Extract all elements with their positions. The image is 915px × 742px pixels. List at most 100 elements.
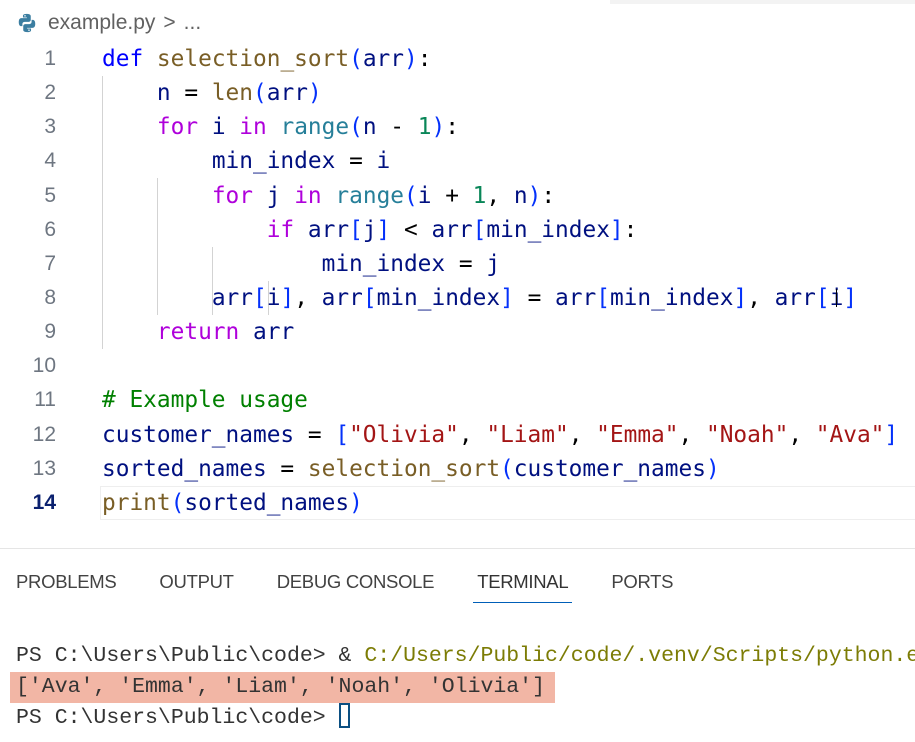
- token-br: (: [349, 46, 363, 72]
- token-op: =: [266, 455, 308, 482]
- token-op: [102, 183, 212, 209]
- code-text: min_index = j: [102, 247, 500, 281]
- code-line[interactable]: 9 return arr: [0, 315, 915, 349]
- line-number: 14: [32, 490, 56, 514]
- token-op: =: [170, 80, 212, 107]
- token-br: ): [431, 114, 446, 141]
- token-op: ,: [678, 421, 706, 448]
- code-line[interactable]: 6 if arr[j] < arr[min_index]:: [0, 213, 915, 247]
- token-op: +: [431, 182, 473, 209]
- token-str: "Olivia": [349, 421, 459, 448]
- token-op: [226, 114, 240, 140]
- token-ctl: if: [266, 216, 295, 243]
- code-line[interactable]: 3 for i in range(n - 1):: [0, 110, 915, 144]
- token-fn: selection_sort: [307, 455, 501, 482]
- code-text: for j in range(i + 1, n):: [102, 179, 555, 213]
- token-op: =: [513, 284, 556, 311]
- token-br: (: [500, 455, 514, 482]
- terminal[interactable]: PS C:\Users\Public\code> & C:/Users/Publ…: [10, 641, 915, 734]
- token-op: [280, 183, 294, 209]
- token-var: customer_names: [513, 455, 706, 482]
- token-var: i: [376, 148, 391, 175]
- token-op: ,: [788, 421, 816, 448]
- code-editor[interactable]: 1 def selection_sort(arr): 2 n = len(arr) 3…: [0, 42, 915, 520]
- token-br: ]: [609, 216, 624, 243]
- token-op: -: [376, 114, 418, 141]
- code-line[interactable]: 1 def selection_sort(arr):: [0, 42, 915, 76]
- token-op: =: [445, 250, 487, 277]
- terminal-cursor: [338, 703, 350, 728]
- token-cls: range: [335, 182, 405, 209]
- code-text: customer_names = ["Olivia", "Liam", "Emm…: [102, 418, 898, 452]
- code-text: arr[i], arr[min_index] = arr[min_index],…: [102, 281, 857, 315]
- token-op: [102, 319, 157, 345]
- token-op: =: [335, 148, 377, 175]
- code-line[interactable]: 12 customer_names = ["Olivia", "Liam", "E…: [0, 418, 915, 452]
- token-op: [102, 80, 157, 106]
- tab-debug-console[interactable]: DEBUG CONSOLE: [277, 571, 435, 603]
- code-line[interactable]: 13 sorted_names = selection_sort(customer…: [0, 452, 915, 486]
- token-var: sorted_names: [184, 489, 350, 516]
- tab-bar-edge: [0, 0, 915, 4]
- code-line[interactable]: 11 # Example usage: [0, 383, 915, 417]
- line-number: 10: [32, 354, 56, 378]
- token-var: j: [362, 216, 377, 243]
- breadcrumb-separator: >: [163, 11, 176, 34]
- token-str: "Liam": [486, 421, 569, 448]
- token-br: [: [349, 216, 363, 243]
- token-br: ]: [500, 284, 514, 311]
- token-br: ]: [376, 216, 391, 243]
- token-var: arr: [266, 80, 308, 107]
- breadcrumb-file[interactable]: example.py: [48, 11, 155, 35]
- code-text: n = len(arr): [102, 76, 322, 110]
- code-line[interactable]: 8 arr[i], arr[min_index] = arr[min_index…: [0, 281, 915, 315]
- token-op: [267, 114, 281, 140]
- token-var: min_index: [321, 250, 446, 277]
- line-number: 8: [44, 285, 56, 309]
- tab-terminal[interactable]: TERMINAL: [473, 571, 573, 603]
- token-op: :: [417, 46, 432, 72]
- code-line[interactable]: 5 for j in range(i + 1, n):: [0, 179, 915, 213]
- token-br: (: [404, 182, 418, 209]
- token-kw: def: [102, 46, 144, 72]
- breadcrumb-more[interactable]: ...: [184, 11, 202, 35]
- token-br: [: [362, 284, 377, 311]
- token-op: [198, 114, 212, 140]
- code-text: return arr: [102, 315, 294, 349]
- line-number: 12: [32, 422, 56, 446]
- token-var: i: [266, 284, 281, 311]
- token-op: :: [445, 114, 459, 141]
- tab-ports[interactable]: PORTS: [611, 571, 673, 603]
- token-br: ): [404, 46, 418, 72]
- token-var: arr: [253, 319, 295, 346]
- token-op: [143, 46, 157, 72]
- token-var: j: [486, 250, 501, 277]
- text-cursor-ibeam-icon: [836, 288, 843, 307]
- token-br: [: [596, 284, 610, 311]
- code-line[interactable]: 14 print(sorted_names): [0, 485, 915, 520]
- token-br: (: [253, 80, 267, 107]
- code-text: def selection_sort(arr):: [102, 42, 431, 76]
- tab-problems[interactable]: PROBLEMS: [16, 571, 117, 603]
- active-tab-edge: [0, 0, 610, 4]
- terminal-line: ['Ava', 'Emma', 'Liam', 'Noah', 'Olivia'…: [10, 672, 915, 703]
- code-line[interactable]: 2 n = len(arr): [0, 76, 915, 110]
- breadcrumb[interactable]: example.py > ...: [16, 8, 201, 38]
- code-line[interactable]: 10: [0, 349, 915, 383]
- line-number: 6: [44, 217, 56, 241]
- token-fn: len: [211, 80, 254, 107]
- token-fn: print: [102, 489, 171, 516]
- token-cmt: # Example usage: [102, 387, 308, 414]
- token-cls: range: [280, 114, 350, 141]
- code-text: # Example usage: [102, 383, 308, 417]
- code-line[interactable]: 7 min_index = j: [0, 247, 915, 281]
- token-var: arr: [555, 284, 597, 311]
- token-var: min_index: [211, 148, 336, 175]
- token-br: [: [253, 284, 267, 311]
- token-br: (: [170, 489, 185, 516]
- tab-output[interactable]: OUTPUT: [159, 571, 234, 603]
- code-line[interactable]: 4 min_index = i: [0, 144, 915, 178]
- token-br: ]: [733, 284, 748, 311]
- token-br: (: [349, 114, 363, 141]
- token-op: :: [623, 216, 638, 243]
